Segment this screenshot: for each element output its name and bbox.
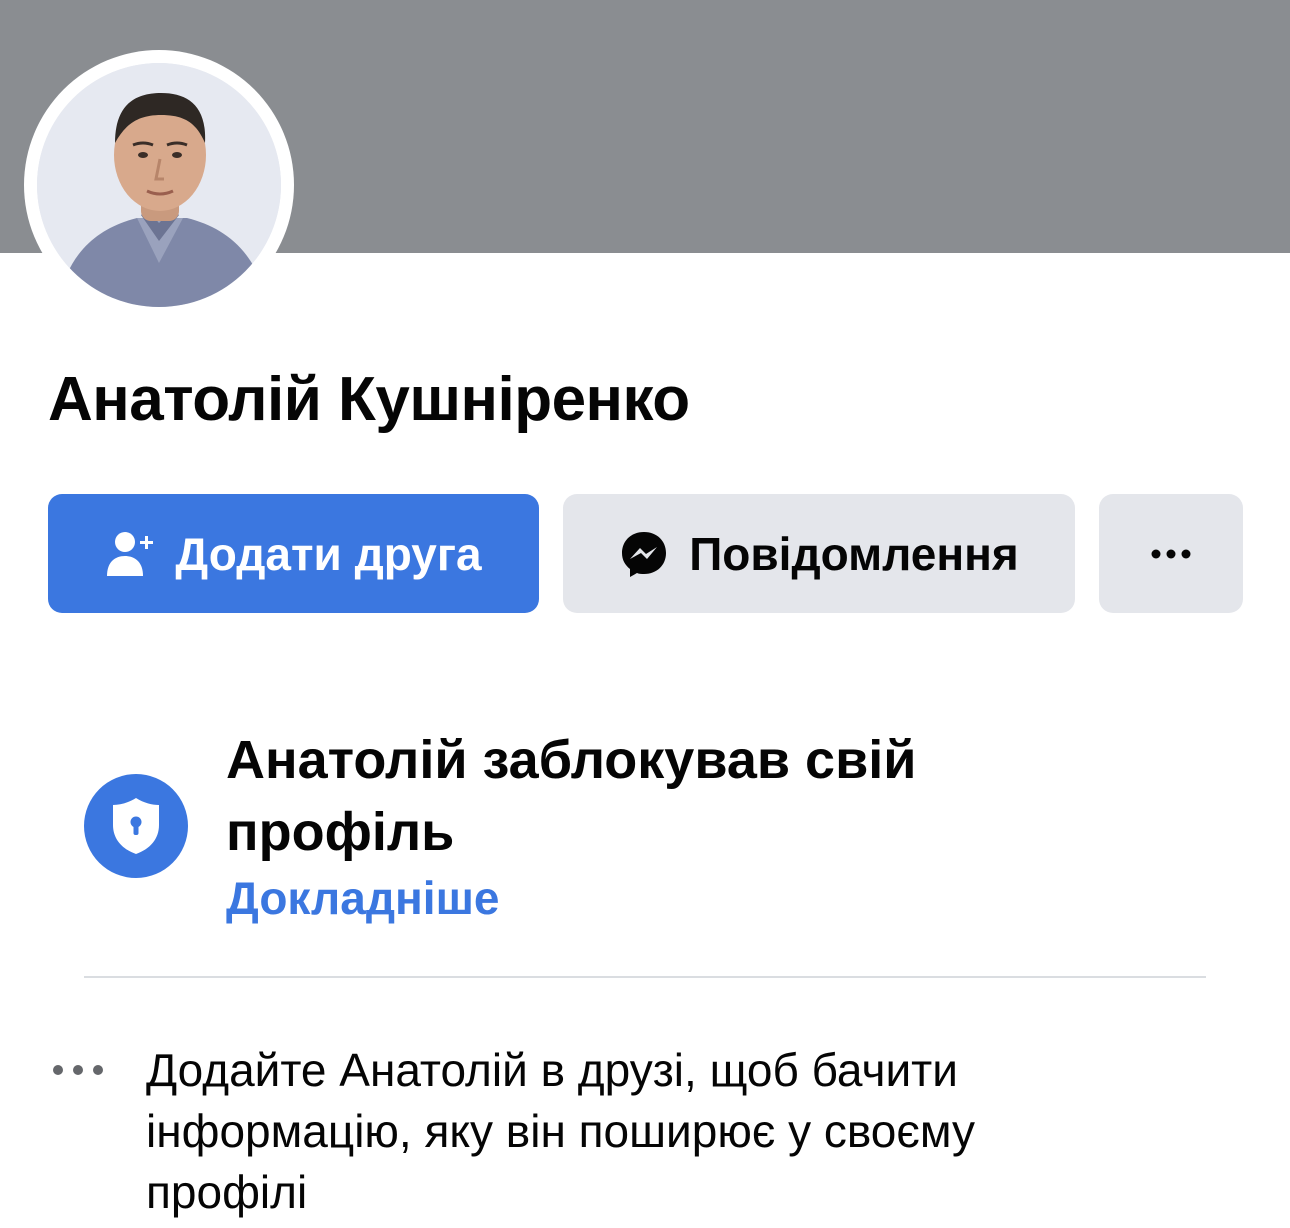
shield-lock-icon xyxy=(113,798,159,854)
profile-name: Анатолій Кушніренко xyxy=(48,365,690,434)
add-friend-info-text: Додайте Анатолій в друзі, щоб бачити інф… xyxy=(146,1044,975,1218)
ellipsis-icon xyxy=(53,1065,103,1075)
message-label: Повідомлення xyxy=(689,527,1019,580)
avatar[interactable] xyxy=(37,63,281,307)
avatar-image xyxy=(37,63,281,307)
more-dots-icon xyxy=(1151,549,1191,558)
locked-profile-badge xyxy=(84,774,188,878)
locked-profile-title: Анатолій заблокував свій профіль xyxy=(226,730,917,862)
divider xyxy=(84,976,1206,978)
add-friend-button[interactable]: Додати друга xyxy=(48,494,539,613)
person-plus-icon xyxy=(105,530,155,578)
learn-more-link[interactable]: Докладніше xyxy=(226,866,500,930)
add-friend-label: Додати друга xyxy=(175,527,482,580)
messenger-icon xyxy=(619,529,669,579)
message-button[interactable]: Повідомлення xyxy=(563,494,1075,613)
more-button[interactable] xyxy=(1099,494,1243,613)
